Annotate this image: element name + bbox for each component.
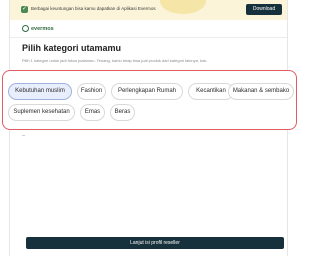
- page-title: Pilih kategori utamamu: [22, 43, 122, 53]
- category-chip-perlengkapan-rumah[interactable]: Perlengkapan Rumah: [111, 83, 183, 100]
- header-divider: [10, 37, 287, 38]
- category-chip-emas[interactable]: Emas: [80, 104, 105, 121]
- banner-decoration: [160, 0, 206, 14]
- app-download-banner: ✓ Berbagai keuntungan bisa kamu dapatkan…: [10, 0, 287, 20]
- category-chip-suplemen-kesehatan[interactable]: Suplemen kesehatan: [8, 104, 75, 121]
- continue-profile-button[interactable]: Lanjut isi profil reseller: [26, 237, 284, 249]
- download-button[interactable]: Download: [246, 4, 282, 15]
- banner-text: Berbagai keuntungan bisa kamu dapatkan d…: [31, 6, 156, 11]
- category-chip-fashion[interactable]: Fashion: [77, 83, 106, 100]
- category-chip-kebutuhan-muslim[interactable]: Kebutuhan muslim: [8, 83, 72, 100]
- brand-name: evermos: [31, 25, 54, 32]
- logo-icon: [22, 25, 29, 32]
- page-subtitle: Pilih 1 kategori untuk jadi fokus jualan…: [22, 58, 208, 63]
- category-chip-makanan-sembako[interactable]: Makanan & sembako: [228, 83, 294, 100]
- divider-tick: [22, 135, 25, 136]
- category-options-panel: Kebutuhan muslim Fashion Perlengkapan Ru…: [2, 70, 297, 130]
- category-chip-beras[interactable]: Beras: [110, 104, 135, 121]
- check-icon: ✓: [21, 6, 28, 13]
- brand-logo[interactable]: evermos: [22, 25, 54, 32]
